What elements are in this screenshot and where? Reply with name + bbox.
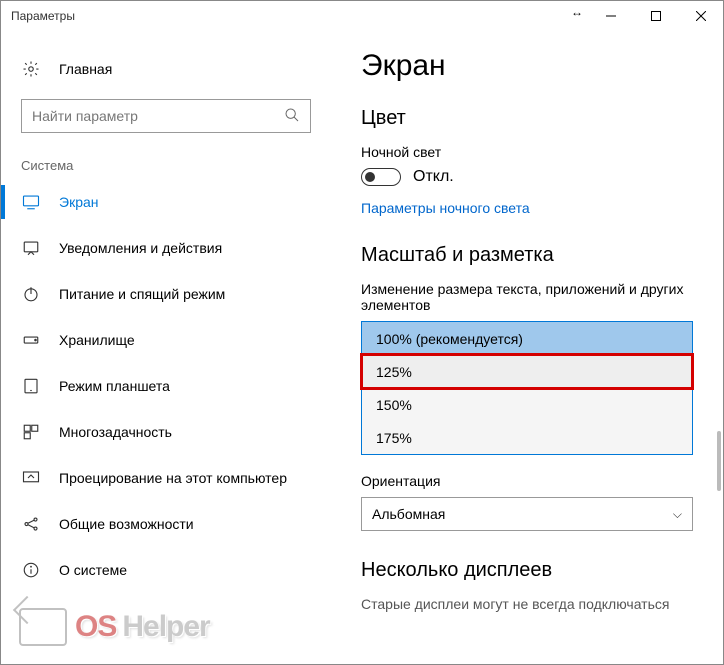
shared-icon — [21, 514, 41, 534]
scale-label: Изменение размера текста, приложений и д… — [361, 281, 693, 313]
page-title: Экран — [361, 49, 693, 83]
multitask-icon — [21, 422, 41, 442]
sidebar-item-label: Уведомления и действия — [59, 240, 222, 256]
info-icon — [21, 560, 41, 580]
watermark: OS Helper — [19, 608, 210, 646]
color-heading: Цвет — [361, 107, 693, 130]
sidebar-item-about[interactable]: О системе — [1, 547, 331, 593]
sidebar: Главная Найти параметр Система Экран Уве… — [1, 31, 331, 664]
compact-overlay-icon[interactable]: ↔ — [571, 5, 583, 19]
scrollbar[interactable] — [717, 431, 721, 491]
sidebar-item-display[interactable]: Экран — [1, 179, 331, 225]
window-controls — [588, 1, 723, 31]
project-icon — [21, 468, 41, 488]
sidebar-item-multitask[interactable]: Многозадачность — [1, 409, 331, 455]
search-placeholder: Найти параметр — [32, 108, 138, 124]
maximize-button[interactable] — [633, 1, 678, 31]
search-icon — [284, 107, 300, 126]
search-input[interactable]: Найти параметр — [21, 99, 311, 133]
scale-option-175[interactable]: 175% — [362, 421, 692, 454]
storage-icon — [21, 330, 41, 350]
main-panel: Экран Цвет Ночной свет Откл. Параметры н… — [331, 31, 723, 664]
night-light-settings-link[interactable]: Параметры ночного света — [361, 200, 530, 216]
watermark-icon — [19, 608, 67, 646]
sidebar-item-storage[interactable]: Хранилище — [1, 317, 331, 363]
scale-option-125[interactable]: 125% — [362, 355, 692, 388]
minimize-button[interactable] — [588, 1, 633, 31]
monitor-icon — [21, 192, 41, 212]
notification-icon — [21, 238, 41, 258]
home-label: Главная — [59, 61, 112, 77]
sidebar-item-label: О системе — [59, 562, 127, 578]
sidebar-item-projecting[interactable]: Проецирование на этот компьютер — [1, 455, 331, 501]
night-light-state: Откл. — [413, 168, 454, 186]
multi-display-heading: Несколько дисплеев — [361, 559, 693, 582]
night-light-toggle[interactable] — [361, 168, 401, 186]
gear-icon — [21, 59, 41, 79]
orientation-label: Ориентация — [361, 473, 693, 489]
sidebar-item-shared[interactable]: Общие возможности — [1, 501, 331, 547]
scale-heading: Масштаб и разметка — [361, 244, 693, 267]
sidebar-item-label: Режим планшета — [59, 378, 170, 394]
window-title: Параметры — [11, 9, 75, 23]
chevron-down-icon: ⌵ — [673, 507, 682, 522]
watermark-text-2: Helper — [122, 610, 209, 644]
tablet-icon — [21, 376, 41, 396]
orientation-select[interactable]: Альбомная ⌵ — [361, 497, 693, 531]
sidebar-item-label: Питание и спящий режим — [59, 286, 225, 302]
power-icon — [21, 284, 41, 304]
scale-option-150[interactable]: 150% — [362, 388, 692, 421]
scale-option-100[interactable]: 100% (рекомендуется) — [362, 322, 692, 355]
sidebar-item-tablet[interactable]: Режим планшета — [1, 363, 331, 409]
section-label: Система — [1, 158, 331, 179]
night-light-label: Ночной свет — [361, 144, 693, 160]
home-button[interactable]: Главная — [1, 49, 331, 99]
sidebar-item-label: Хранилище — [59, 332, 135, 348]
orientation-value: Альбомная — [372, 506, 445, 522]
watermark-text-1: OS — [75, 610, 116, 644]
sidebar-item-label: Общие возможности — [59, 516, 194, 532]
scale-dropdown[interactable]: 100% (рекомендуется) 125% 150% 175% — [361, 321, 693, 455]
sidebar-item-label: Экран — [59, 194, 99, 210]
truncated-text: Старые дисплеи могут не всегда подключат… — [361, 596, 693, 612]
sidebar-item-label: Проецирование на этот компьютер — [59, 470, 287, 486]
sidebar-item-notifications[interactable]: Уведомления и действия — [1, 225, 331, 271]
close-button[interactable] — [678, 1, 723, 31]
sidebar-item-label: Многозадачность — [59, 424, 172, 440]
sidebar-item-power[interactable]: Питание и спящий режим — [1, 271, 331, 317]
